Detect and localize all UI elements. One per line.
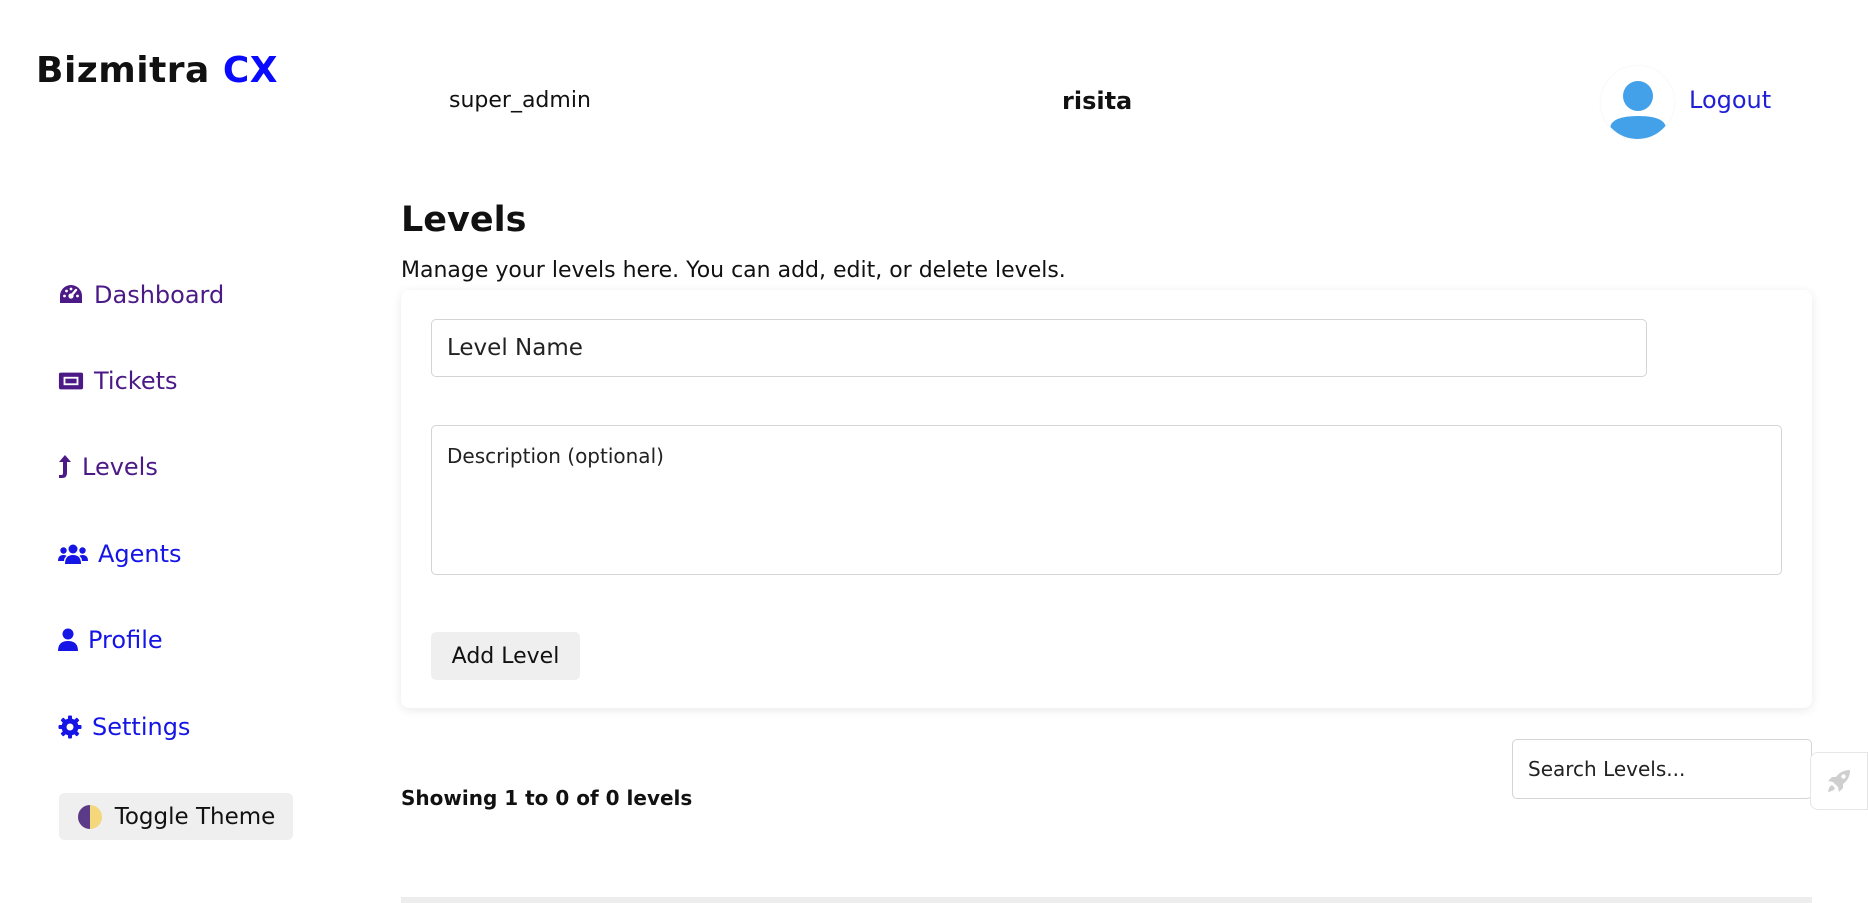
- sidebar-item-agents[interactable]: Agents: [58, 540, 182, 568]
- sidebar-item-label: Dashboard: [94, 281, 225, 309]
- page-title: Levels: [401, 200, 527, 240]
- level-name-input[interactable]: [431, 319, 1647, 377]
- user-avatar-icon[interactable]: [1601, 66, 1674, 139]
- sidebar-item-label: Tickets: [94, 367, 178, 395]
- sidebar-item-label: Profile: [88, 626, 163, 654]
- user-role: super_admin: [449, 88, 591, 113]
- sidebar-item-dashboard[interactable]: Dashboard: [58, 281, 224, 309]
- add-level-form-card: Add Level: [401, 290, 1812, 708]
- sidebar: Bizmitra CX Dashboard Tickets Levels Age…: [0, 0, 380, 903]
- brand-name: Bizmitra: [36, 50, 210, 91]
- half-moon-icon: [77, 804, 103, 830]
- levels-table-header-divider: [401, 897, 1812, 903]
- toggle-theme-label: Toggle Theme: [114, 803, 276, 830]
- logout-link[interactable]: Logout: [1689, 86, 1771, 114]
- arrow-up-icon: [58, 454, 72, 480]
- user-icon: [58, 627, 78, 653]
- search-levels-input[interactable]: [1512, 739, 1812, 799]
- username: risita: [1062, 87, 1133, 115]
- sidebar-item-levels[interactable]: Levels: [58, 453, 158, 481]
- toggle-theme-button[interactable]: Toggle Theme: [59, 793, 293, 840]
- sidebar-item-label: Agents: [98, 540, 182, 568]
- pagination-summary: Showing 1 to 0 of 0 levels: [401, 786, 693, 810]
- gauge-icon: [58, 282, 84, 308]
- brand-logo[interactable]: Bizmitra CX: [36, 50, 278, 91]
- rocket-icon: [1826, 768, 1852, 794]
- page-description: Manage your levels here. You can add, ed…: [401, 258, 1066, 283]
- sidebar-item-profile[interactable]: Profile: [58, 626, 163, 654]
- gear-icon: [58, 714, 82, 740]
- rocket-launch-button[interactable]: [1810, 752, 1868, 810]
- brand-accent: CX: [222, 50, 279, 91]
- sidebar-item-label: Levels: [82, 453, 158, 481]
- add-level-button[interactable]: Add Level: [431, 632, 580, 680]
- ticket-icon: [58, 368, 84, 394]
- sidebar-item-tickets[interactable]: Tickets: [58, 367, 178, 395]
- sidebar-item-settings[interactable]: Settings: [58, 713, 190, 741]
- users-icon: [58, 541, 88, 567]
- level-description-textarea[interactable]: [431, 425, 1782, 575]
- sidebar-item-label: Settings: [92, 713, 191, 741]
- app-page: Bizmitra CX Dashboard Tickets Levels Age…: [0, 0, 1868, 903]
